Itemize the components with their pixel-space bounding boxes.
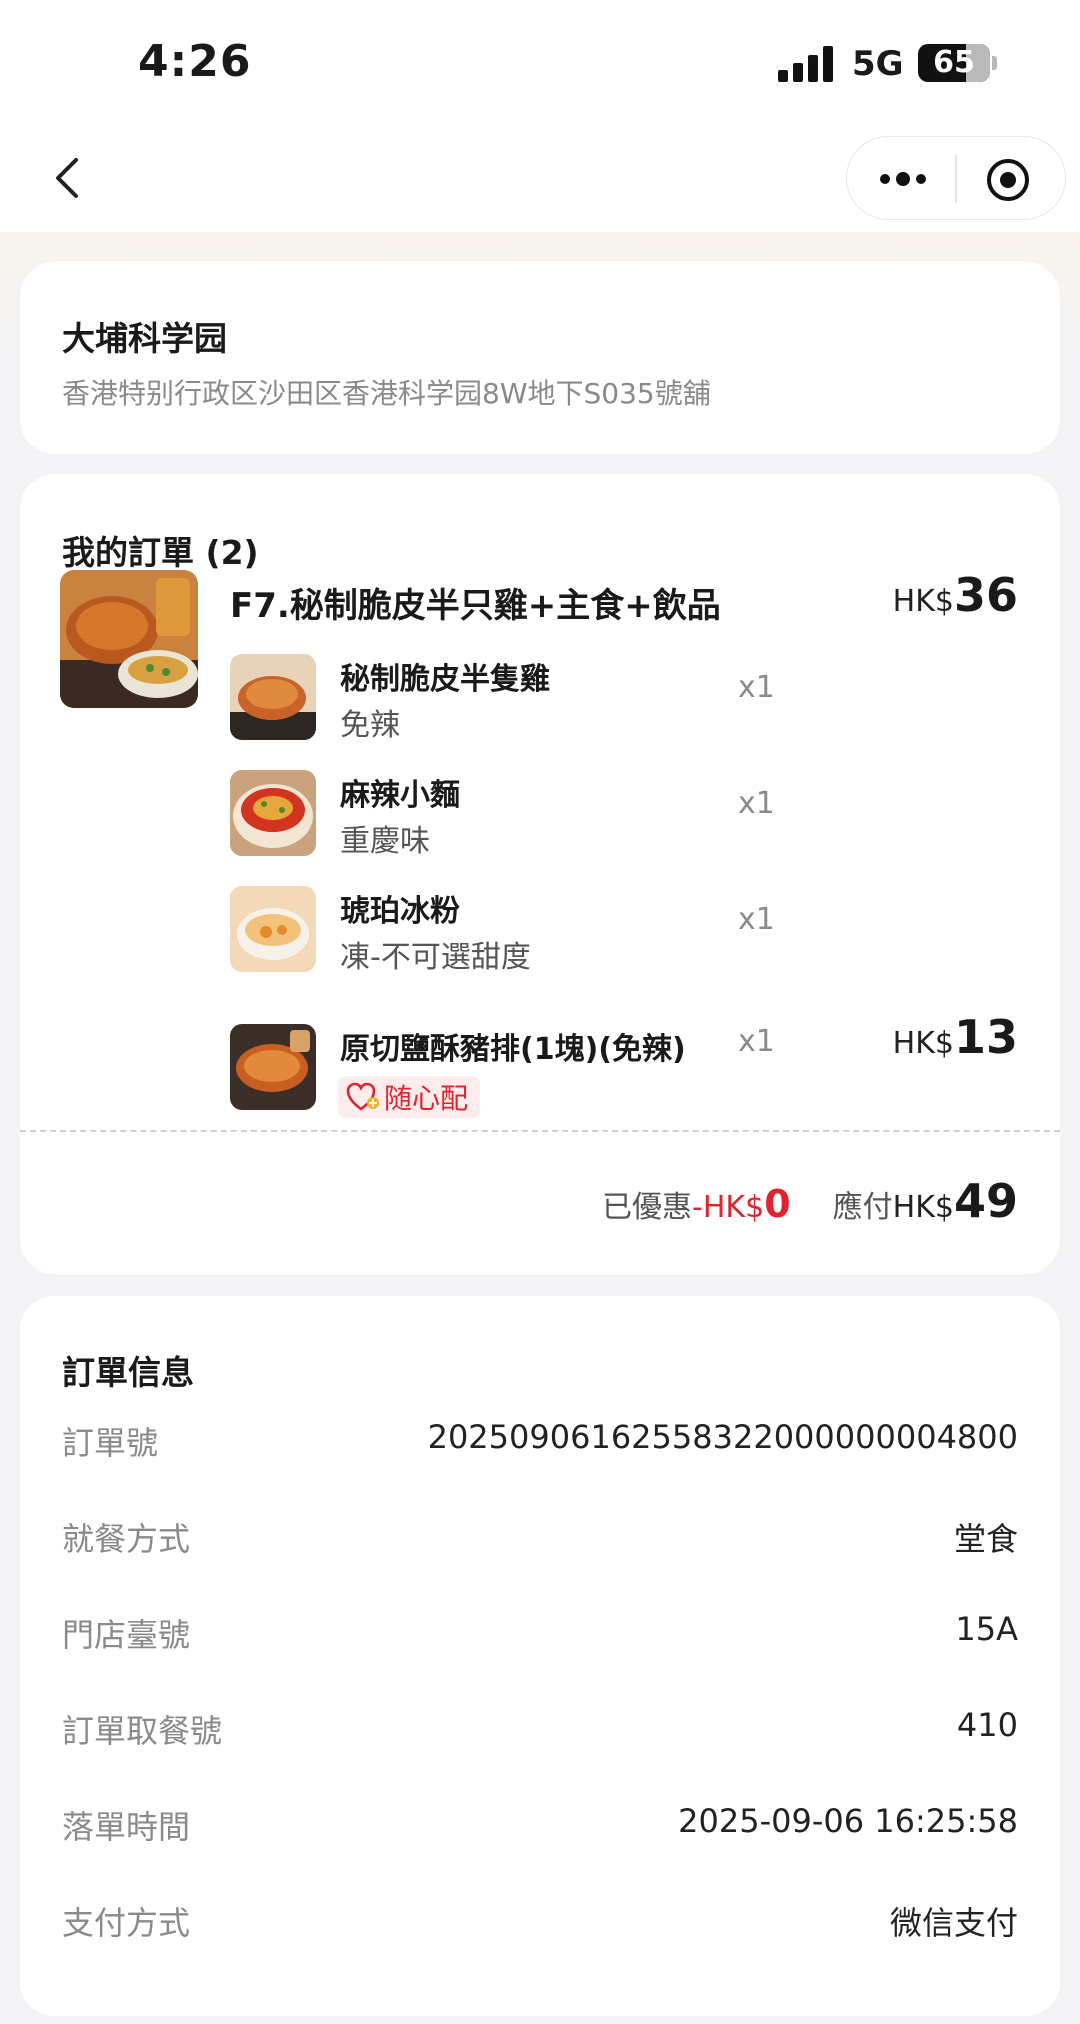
combo-price-currency: HK$ — [892, 584, 954, 619]
combo-price-amount: 36 — [953, 568, 1018, 622]
combo-image — [60, 570, 198, 708]
discount-prefix: -HK$ — [692, 1190, 765, 1225]
info-row-payment-method: 支付方式 微信支付 — [62, 1898, 1018, 1948]
info-value: 410 — [956, 1706, 1018, 1744]
order-summary: 已優惠 -HK$ 0 應付 HK$ 49 — [602, 1174, 1018, 1228]
chevron-left-icon — [56, 158, 78, 198]
sub-item-name: 麻辣小麵 — [340, 778, 460, 813]
info-key: 訂單取餐號 — [62, 1712, 223, 1750]
info-value[interactable]: 20250906162558322000000004800 — [428, 1418, 1018, 1456]
info-value: 15A — [955, 1610, 1018, 1648]
info-value: 微信支付 — [889, 1904, 1018, 1942]
info-value: 2025-09-06 16:25:58 — [678, 1802, 1018, 1840]
more-dots-icon — [880, 172, 926, 186]
combo-sub-item: 麻辣小麵 重慶味 x1 — [230, 770, 830, 860]
battery-tip — [992, 56, 997, 70]
sub-item-name: 琥珀冰粉 — [340, 894, 460, 929]
status-time: 4:26 — [138, 36, 252, 87]
combo-sub-item: 秘制脆皮半隻雞 免辣 x1 — [230, 654, 830, 744]
order-info-title: 訂單信息 — [62, 1353, 194, 1392]
discount-label: 已優惠 — [602, 1190, 693, 1225]
info-row-pickup-number: 訂單取餐號 410 — [62, 1706, 1018, 1756]
signal-icon — [778, 46, 836, 82]
payable-label: 應付 — [832, 1190, 893, 1225]
sub-item-image — [230, 886, 316, 972]
info-key: 訂單號 — [62, 1424, 159, 1462]
info-key: 就餐方式 — [62, 1520, 191, 1558]
battery-icon: 65 — [918, 44, 990, 82]
info-row-dining-method: 就餐方式 堂食 — [62, 1514, 1018, 1564]
sub-item-spec: 凍-不可選甜度 — [340, 940, 531, 975]
back-button[interactable] — [40, 148, 100, 208]
sub-item-image — [230, 654, 316, 740]
nav-bar — [0, 126, 1080, 232]
info-row-order-number: 訂單號 20250906162558322000000004800 — [62, 1418, 1018, 1468]
info-key: 支付方式 — [62, 1904, 191, 1942]
battery-level: 65 — [933, 45, 975, 80]
payable-amount: 49 — [953, 1174, 1018, 1228]
sub-item-qty: x1 — [738, 786, 775, 821]
addon-price-amount: 13 — [953, 1010, 1018, 1064]
combo-name: F7.秘制脆皮半只雞+主食+飲品 — [230, 586, 721, 626]
addon-qty: x1 — [738, 1024, 775, 1059]
info-row-table-number: 門店臺號 15A — [62, 1610, 1018, 1660]
close-button[interactable] — [985, 157, 1031, 203]
order-card: 我的訂單 (2) F7.秘制脆皮半只雞+主食+飲品 HK$36 秘制脆皮半隻雞 … — [20, 474, 1060, 1274]
addon-tag: 随心配 — [338, 1076, 481, 1118]
info-key: 落單時間 — [62, 1808, 191, 1846]
sub-item-spec: 重慶味 — [340, 824, 430, 859]
addon-item: 原切鹽酥豬排(1塊)(免辣) x1 — [230, 1024, 830, 1114]
payable-currency: HK$ — [892, 1190, 954, 1225]
dashed-divider — [20, 1130, 1060, 1132]
discount-amount: 0 — [764, 1182, 791, 1226]
order-title: 我的訂單 (2) — [62, 533, 259, 572]
store-name: 大埔科学园 — [62, 319, 227, 358]
info-key: 門店臺號 — [62, 1616, 191, 1654]
mini-program-capsule — [846, 136, 1066, 220]
status-bar: 4:26 5G 65 — [0, 0, 1080, 126]
sub-item-image — [230, 770, 316, 856]
sub-item-qty: x1 — [738, 670, 775, 705]
heart-plus-icon — [346, 1082, 379, 1111]
network-label: 5G — [852, 44, 904, 84]
info-value: 堂食 — [953, 1520, 1018, 1558]
sub-item-spec: 免辣 — [340, 708, 400, 743]
addon-name: 原切鹽酥豬排(1塊)(免辣) — [340, 1032, 686, 1067]
store-address: 香港特别行政区沙田区香港科学园8W地下S035號舖 — [62, 377, 711, 410]
addon-image — [230, 1024, 316, 1110]
sub-item-qty: x1 — [738, 902, 775, 937]
addon-tag-label: 随心配 — [384, 1082, 469, 1115]
combo-sub-item: 琥珀冰粉 凍-不可選甜度 x1 — [230, 886, 830, 976]
order-info-card: 訂單信息 訂單號 20250906162558322000000004800 就… — [20, 1296, 1060, 2016]
capsule-divider — [955, 155, 957, 203]
more-button[interactable] — [875, 161, 931, 197]
sub-item-name: 秘制脆皮半隻雞 — [340, 662, 550, 697]
info-row-order-time: 落單時間 2025-09-06 16:25:58 — [62, 1802, 1018, 1852]
store-card: 大埔科学园 香港特别行政区沙田区香港科学园8W地下S035號舖 — [20, 262, 1060, 454]
target-close-icon — [987, 159, 1029, 201]
addon-price-currency: HK$ — [892, 1026, 954, 1061]
combo-price: HK$36 — [893, 568, 1018, 622]
addon-price: HK$13 — [893, 1010, 1018, 1064]
